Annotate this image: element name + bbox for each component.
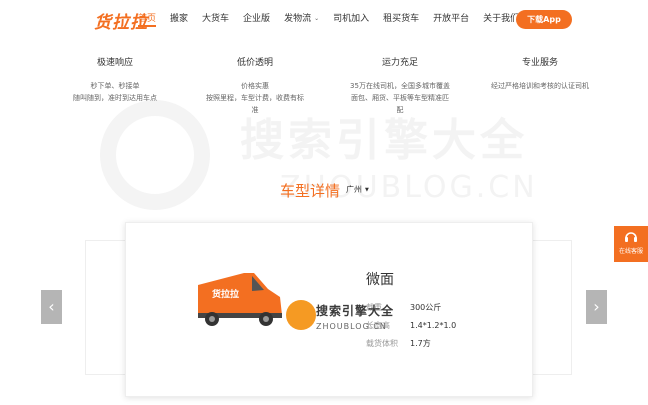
online-service-label: 在线客服: [618, 248, 643, 255]
city-label: 广州: [346, 185, 362, 194]
headset-icon: [625, 232, 637, 242]
spec-row-load: 载重 300公斤: [366, 299, 456, 317]
nav-item-label: 大货车: [202, 14, 230, 24]
nav-item-2[interactable]: 大货车: [202, 13, 229, 27]
feature-title: 专业服务: [521, 58, 558, 68]
feature-desc: 价格实惠 按照里程，车型计费，收费有标 准: [206, 82, 304, 114]
carousel-next-button[interactable]: ›: [586, 290, 607, 324]
spec-row-dimensions: 长宽高 1.4*1.2*1.0: [366, 317, 456, 335]
feature-professional-service: 专业服务 经过严格培训和考核的认证司机: [480, 55, 600, 92]
nav-item-0[interactable]: 首页: [138, 13, 157, 27]
spec-value: 1.7方: [410, 339, 431, 348]
nav-item-6[interactable]: 租买货车: [383, 13, 419, 27]
feature-capacity: 运力充足 35万在线司机，全国多城市覆盖 面包、厢货、平板等车型精准匹 配: [340, 55, 460, 116]
nav-item-4[interactable]: 发物流 ⌄: [284, 13, 319, 27]
nav-item-label: 企业版: [243, 14, 271, 24]
caret-down-icon: ▼: [365, 187, 369, 193]
spec-label: 载货体积: [366, 339, 398, 348]
spec-label: 载重: [366, 303, 382, 312]
nav-item-7[interactable]: 开放平台: [433, 13, 469, 27]
spec-row-volume: 载货体积 1.7方: [366, 335, 456, 353]
vehicle-specs: 载重 300公斤 长宽高 1.4*1.2*1.0 载货体积 1.7方: [366, 299, 456, 353]
feature-title: 低价透明: [236, 58, 273, 68]
main-nav: 首页 搬家 大货车 企业版 发物流⌄ 司机加入 租买货车 开放平台 关于我们 ⌄: [138, 13, 541, 27]
chevron-down-icon: ⌄: [314, 15, 320, 22]
nav-item-1[interactable]: 搬家: [170, 13, 188, 27]
feature-desc: 经过严格培训和考核的认证司机: [491, 82, 589, 90]
van-brand-text: 货拉拉: [212, 288, 239, 300]
feature-fast-response: 极速响应 秒下单、秒接单 随叫随到，准时到达用车点: [60, 55, 170, 104]
nav-item-label: 开放平台: [433, 14, 470, 24]
nav-item-label: 首页: [138, 14, 157, 24]
spec-value: 300公斤: [410, 303, 442, 312]
top-header: 货拉拉 首页搬家大货车企业版发物流⌄司机加入租买货车开放平台关于我们⌄ 下载Ap…: [0, 0, 648, 38]
feature-low-price: 低价透明 价格实惠 按照里程，车型计费，收费有标 准: [200, 55, 310, 116]
feature-title: 极速响应: [96, 58, 133, 68]
nav-item-label: 关于我们: [483, 14, 520, 24]
feature-desc: 35万在线司机，全国多城市覆盖 面包、厢货、平板等车型精准匹 配: [350, 82, 450, 114]
section-title: 车型详情: [280, 182, 341, 200]
nav-item-label: 租买货车: [383, 14, 420, 24]
online-service-button[interactable]: 在线客服: [614, 226, 648, 262]
feature-title: 运力充足: [381, 58, 418, 68]
nav-item-label: 发物流: [284, 14, 312, 24]
feature-list: 极速响应 秒下单、秒接单 随叫随到，准时到达用车点 低价透明 价格实惠 按照里程…: [60, 55, 600, 115]
nav-item-5[interactable]: 司机加入: [333, 13, 369, 27]
carousel-prev-button[interactable]: ‹: [41, 290, 62, 324]
nav-item-label: 搬家: [170, 14, 189, 24]
vehicle-name: 微面: [366, 272, 394, 288]
download-app-button[interactable]: 下载App: [516, 10, 572, 29]
nav-item-label: 司机加入: [333, 14, 370, 24]
van-image: 货拉拉: [198, 273, 282, 326]
nav-item-3[interactable]: 企业版: [243, 13, 270, 27]
spec-label: 长宽高: [366, 321, 390, 330]
feature-desc: 秒下单、秒接单 随叫随到，准时到达用车点: [73, 82, 157, 102]
vehicle-card: 货拉拉 微面 载重 300公斤 长宽高 1.4*1.2*1.0 载货体积 1.7…: [125, 222, 533, 397]
spec-value: 1.4*1.2*1.0: [410, 321, 457, 330]
watermark-magnifier-icon: [100, 100, 210, 210]
city-selector[interactable]: 广州 ▼: [346, 184, 369, 195]
